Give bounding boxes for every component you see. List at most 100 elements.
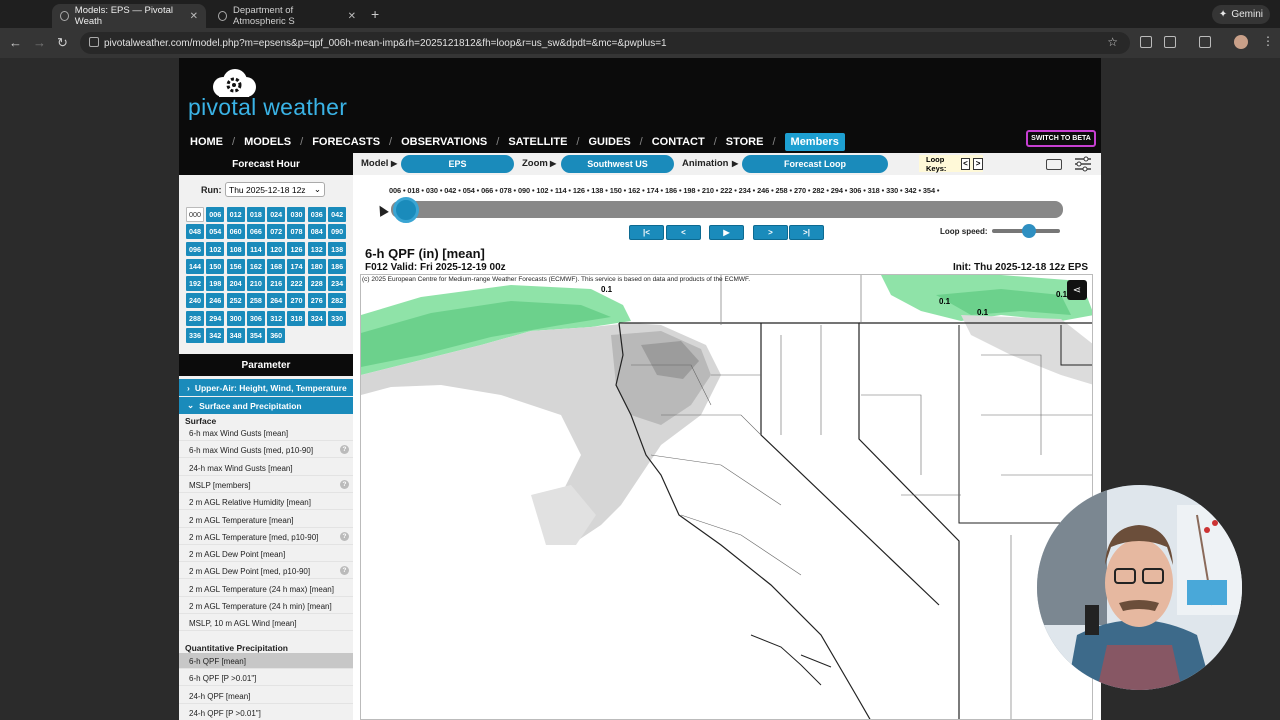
forecast-hour-button[interactable]: 318 [287, 310, 306, 326]
parameter-item[interactable]: 6-h max Wind Gusts [mean] [179, 425, 353, 441]
parameter-item[interactable]: 24-h QPF [mean] [179, 688, 353, 704]
share-icon[interactable]: ⋖ [1067, 280, 1087, 300]
profile-avatar[interactable] [1234, 35, 1248, 49]
browser-tab[interactable]: Department of Atmospheric S ✕ [210, 4, 364, 28]
parameter-item[interactable]: 6-h QPF [P >0.01"] [179, 670, 353, 687]
parameter-item[interactable]: 2 m AGL Temperature [med, p10-90]? [179, 529, 353, 545]
forecast-hour-button[interactable]: 060 [226, 224, 245, 240]
parameter-item[interactable]: 6-h max Wind Gusts [med, p10-90]? [179, 442, 353, 459]
address-bar[interactable]: pivotalweather.com/model.php?m=epsens&p=… [80, 32, 1130, 54]
forecast-hour-button[interactable]: 036 [307, 207, 326, 222]
forecast-hour-button[interactable]: 276 [307, 293, 326, 309]
category-surface-precip[interactable]: ⌄ Surface and Precipitation [179, 397, 353, 414]
help-icon[interactable]: ? [340, 566, 349, 576]
prev-frame-button[interactable]: < [666, 225, 701, 240]
play-button[interactable]: ▶ [709, 225, 744, 240]
forecast-hour-button[interactable]: 270 [287, 293, 306, 309]
nav-observations[interactable]: OBSERVATIONS [401, 136, 487, 148]
nav-home[interactable]: HOME [190, 136, 223, 148]
bookmark-star-icon[interactable]: ☆ [1107, 35, 1118, 49]
nav-models[interactable]: MODELS [244, 136, 291, 148]
forecast-hour-button[interactable]: 132 [307, 241, 326, 257]
parameter-item[interactable]: 24-h QPF [P >0.01"] [179, 705, 353, 720]
forecast-hour-button[interactable]: 306 [246, 310, 265, 326]
last-frame-button[interactable]: >| [789, 225, 824, 240]
forecast-hour-button[interactable]: 066 [246, 224, 265, 240]
forecast-hour-button[interactable]: 102 [206, 241, 225, 257]
forecast-hour-button[interactable]: 120 [267, 241, 286, 257]
forecast-hour-button[interactable]: 312 [267, 310, 286, 326]
forecast-hour-button[interactable]: 096 [186, 241, 204, 257]
forecast-hour-button[interactable]: 252 [226, 293, 245, 309]
forecast-hour-button[interactable]: 012 [226, 207, 245, 222]
close-tab-icon[interactable]: ✕ [348, 11, 356, 22]
forward-icon[interactable]: → [33, 35, 46, 50]
category-upper-air[interactable]: › Upper-Air: Height, Wind, Temperature [179, 379, 353, 396]
forecast-hour-button[interactable]: 156 [226, 258, 245, 274]
parameter-item[interactable]: 2 m AGL Temperature [mean] [179, 512, 353, 528]
forecast-hour-button[interactable]: 078 [287, 224, 306, 240]
parameter-item[interactable]: 2 m AGL Dew Point [med, p10-90]? [179, 563, 353, 580]
forecast-hour-button[interactable]: 054 [206, 224, 225, 240]
reload-icon[interactable]: ↻ [57, 35, 68, 51]
forecast-hour-button[interactable]: 216 [267, 276, 286, 292]
forecast-hour-button[interactable]: 336 [186, 327, 204, 343]
forecast-hour-button[interactable]: 114 [246, 241, 265, 257]
settings-sliders-icon[interactable] [1074, 156, 1092, 172]
forecast-hour-button[interactable]: 204 [226, 276, 245, 292]
forecast-hour-button[interactable]: 210 [246, 276, 265, 292]
new-tab-button[interactable]: + [371, 6, 379, 22]
forecast-hour-button[interactable]: 282 [328, 293, 347, 309]
help-icon[interactable]: ? [340, 531, 349, 541]
forecast-hour-button[interactable]: 360 [267, 327, 286, 343]
loop-key-prev[interactable]: < [960, 157, 971, 170]
nav-satellite[interactable]: SATELLITE [508, 136, 567, 148]
run-select[interactable]: Thu 2025-12-18 12z ⌄ [225, 182, 325, 197]
help-icon[interactable]: ? [340, 445, 349, 455]
parameter-item[interactable]: 2 m AGL Dew Point [mean] [179, 546, 353, 563]
forecast-hour-button[interactable]: 258 [246, 293, 265, 309]
site-logo-text[interactable]: pivotal weather [188, 94, 347, 121]
forecast-hour-button[interactable]: 288 [186, 310, 204, 326]
forecast-hour-button[interactable]: 222 [287, 276, 306, 292]
loop-progress-track[interactable] [391, 201, 1063, 218]
forecast-hour-button[interactable]: 168 [267, 258, 286, 274]
forecast-hour-button[interactable]: 294 [206, 310, 225, 326]
site-info-icon[interactable] [89, 37, 99, 47]
forecast-hour-button[interactable]: 234 [328, 276, 347, 292]
forecast-hour-button[interactable]: 228 [307, 276, 326, 292]
help-icon[interactable]: ? [340, 479, 349, 489]
gemini-button[interactable]: ✦ Gemini [1211, 5, 1270, 24]
forecast-hour-button[interactable]: 030 [287, 207, 306, 222]
switch-to-beta-button[interactable]: SWITCH TO BETA [1026, 130, 1096, 147]
sidepanel-icon[interactable] [1199, 36, 1211, 48]
animation-select-button[interactable]: Forecast Loop [742, 155, 888, 173]
close-tab-icon[interactable]: ✕ [190, 11, 198, 22]
loop-key-next[interactable]: > [973, 157, 983, 170]
nav-store[interactable]: STORE [726, 136, 764, 148]
nav-contact[interactable]: CONTACT [652, 136, 705, 148]
forecast-hour-button[interactable]: 324 [307, 310, 326, 326]
forecast-hour-button[interactable]: 144 [186, 258, 204, 274]
forecast-hour-button[interactable]: 174 [287, 258, 306, 274]
forecast-hour-button[interactable]: 198 [206, 276, 225, 292]
forecast-hour-button[interactable]: 084 [307, 224, 326, 240]
back-icon[interactable]: ← [9, 35, 22, 50]
forecast-hour-button[interactable]: 108 [226, 241, 245, 257]
zoom-select-button[interactable]: Southwest US [561, 155, 674, 173]
forecast-hour-button[interactable]: 192 [186, 276, 204, 292]
forecast-hour-button[interactable]: 048 [186, 224, 204, 240]
forecast-hour-button[interactable]: 126 [287, 241, 306, 257]
loop-speed-knob[interactable] [1021, 224, 1036, 238]
parameter-item[interactable]: 6-h QPF [mean] [179, 653, 353, 669]
forecast-hour-button[interactable]: 024 [267, 207, 286, 222]
nav-forecasts[interactable]: FORECASTS [312, 136, 380, 148]
forecast-hour-button[interactable]: 090 [328, 224, 347, 240]
forecast-hour-button[interactable]: 042 [328, 207, 347, 222]
forecast-hour-button[interactable]: 180 [307, 258, 326, 274]
menu-kebab-icon[interactable]: ⋮ [1262, 34, 1274, 48]
forecast-hour-button[interactable]: 000 [186, 207, 204, 222]
parameter-item[interactable]: MSLP, 10 m AGL Wind [mean] [179, 615, 353, 632]
forecast-hour-button[interactable]: 186 [328, 258, 347, 274]
first-frame-button[interactable]: |< [629, 225, 664, 240]
